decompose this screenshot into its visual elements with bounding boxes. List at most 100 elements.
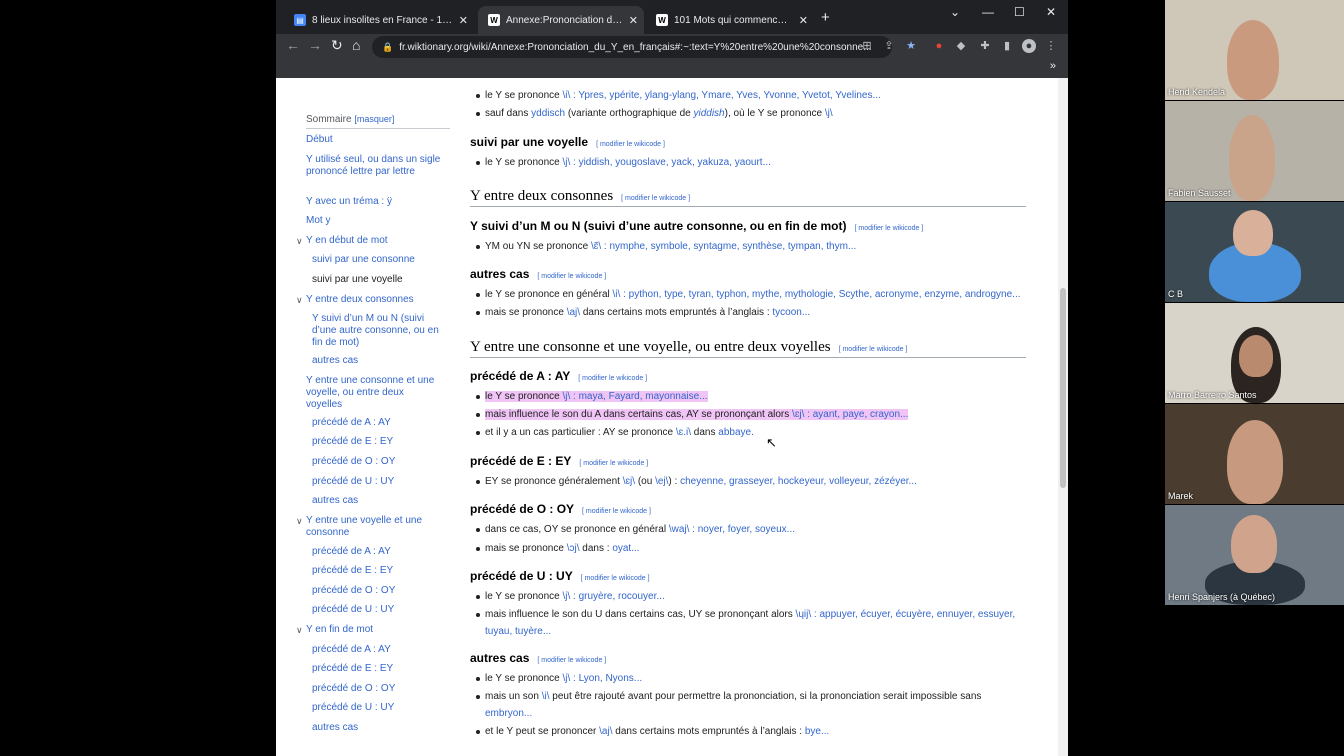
new-tab-button[interactable]: + (821, 9, 830, 26)
toc-subitem[interactable]: précédé de A : AY (312, 644, 442, 656)
section-heading: précédé de U : UY[ modifier le wikicode … (470, 569, 650, 583)
toc-heading: Sommaire [masquer] (306, 114, 395, 125)
reload-icon[interactable]: ↻ (331, 37, 343, 54)
chevron-down-icon[interactable]: ⌄ (950, 5, 960, 19)
tab-wiktionary-active[interactable]: W Annexe:Prononciation du Y en fr ✕ (478, 6, 644, 34)
bookmark-star-icon[interactable]: ★ (904, 39, 918, 53)
tab-wiktionary-words[interactable]: W 101 Mots qui commencent par Y ✕ (646, 6, 814, 34)
toc-item[interactable]: Y en début de mot (306, 235, 442, 247)
participant-tile[interactable]: C B (1165, 202, 1344, 302)
toc-item[interactable]: Y utilisé seul, ou dans un sigle prononc… (306, 154, 442, 178)
shield-icon[interactable]: ◆ (954, 39, 968, 53)
toc-item[interactable]: Y en fin de mot (306, 624, 442, 636)
participant-face (1231, 515, 1277, 573)
forward-icon[interactable]: → (308, 37, 322, 53)
wiktionary-icon: W (488, 14, 500, 26)
bullet (476, 431, 480, 435)
toc-subitem[interactable]: autres cas (312, 495, 442, 507)
list-item-highlighted: mais influence le son du A dans certains… (485, 409, 909, 420)
toc-subitem-current[interactable]: suivi par une voyelle (312, 274, 442, 286)
toc-subitem[interactable]: précédé de E : EY (312, 565, 442, 577)
profile-avatar-icon[interactable]: ● (1022, 39, 1036, 53)
bullet (476, 94, 480, 98)
toc-item[interactable]: Mot y (306, 215, 442, 227)
section-title: Y entre une consonne et une voyelle, ou … (470, 339, 908, 355)
toc-subitem[interactable]: suivi par une consonne (312, 254, 442, 266)
chevron-down-icon[interactable]: ∨ (296, 515, 303, 527)
toc-subitem[interactable]: précédé de E : EY (312, 663, 442, 675)
list-item: et le Y peut se prononcer \aj\ dans cert… (485, 726, 830, 737)
participant-tile[interactable]: Marro Barreiro Santos (1165, 303, 1344, 403)
toc-subitem[interactable]: précédé de O : OY (312, 456, 442, 468)
minimize-button[interactable]: — (982, 5, 994, 19)
chevron-down-icon[interactable]: ∨ (296, 624, 303, 636)
bullet (476, 613, 480, 617)
toc-item[interactable]: Y entre une consonne et une voyelle, ou … (306, 375, 442, 411)
toc-item[interactable]: Y entre deux consonnes (306, 294, 442, 306)
participant-video (1227, 20, 1279, 100)
chevron-down-icon[interactable]: ∨ (296, 294, 303, 306)
extension-red-icon[interactable]: ● (932, 39, 946, 53)
section-heading: précédé de A : AY[ modifier le wikicode … (470, 369, 648, 383)
list-item-continuation[interactable]: tuyau, tuyère... (485, 626, 551, 637)
list-item: mais un son \i\ peut être rajouté avant … (485, 691, 982, 702)
bullet (476, 112, 480, 116)
list-item: le Y se prononce \i\ : Ypres, ypérite, y… (485, 90, 881, 101)
bullet (476, 730, 480, 734)
chevron-right-icon[interactable]: » (1050, 60, 1056, 72)
address-bar[interactable]: 🔒 fr.wiktionary.org/wiki/Annexe:Prononci… (372, 36, 892, 58)
menu-kebab-icon[interactable]: ⋮ (1044, 39, 1058, 53)
toc-subitem[interactable]: précédé de U : UY (312, 604, 442, 616)
toc-toggle-link[interactable]: [masquer] (354, 114, 394, 124)
participant-tile[interactable]: Henri Spanjers (à Québec) (1165, 505, 1344, 605)
browser-toolbar: ← → ↻ ⌂ 🔒 fr.wiktionary.org/wiki/Annexe:… (276, 34, 1068, 60)
close-tab-icon[interactable]: ✕ (629, 14, 638, 27)
toc-subitem[interactable]: Y suivi d’un M ou N (suivi d’une autre c… (312, 313, 442, 349)
toc-subitem[interactable]: précédé de U : UY (312, 702, 442, 714)
bookmarks-bar: » (276, 60, 1068, 78)
home-icon[interactable]: ⌂ (352, 37, 360, 53)
bullet (476, 293, 480, 297)
toc-subitem[interactable]: précédé de O : OY (312, 683, 442, 695)
sidepanel-icon[interactable]: ▮ (1000, 39, 1014, 53)
close-window-button[interactable]: ✕ (1046, 5, 1056, 19)
toc-subitem[interactable]: précédé de E : EY (312, 436, 442, 448)
toc-subitem[interactable]: autres cas (312, 722, 442, 734)
toc-subitem[interactable]: autres cas (312, 355, 442, 367)
toc-item[interactable]: Début (306, 134, 442, 146)
mouse-cursor-icon: ↖ (766, 435, 777, 450)
participant-name: C B (1168, 289, 1184, 299)
back-icon[interactable]: ← (286, 37, 300, 53)
page-scrollbar[interactable] (1058, 78, 1068, 756)
list-item: mais influence le son du U dans certains… (485, 609, 1016, 620)
close-tab-icon[interactable]: ✕ (799, 14, 808, 27)
divider (470, 206, 1026, 207)
translate-icon[interactable]: ⊞ (860, 39, 874, 53)
toc-item[interactable]: Y entre une voyelle et une consonne (306, 515, 442, 539)
participant-tile[interactable]: Fabien Sausset (1165, 101, 1344, 201)
toc-subitem[interactable]: précédé de A : AY (312, 417, 442, 429)
list-item: EY se prononce généralement \ɛj\ (ou \ej… (485, 476, 917, 487)
close-tab-icon[interactable]: ✕ (459, 14, 468, 27)
list-item: et il y a un cas particulier : AY se pro… (485, 427, 754, 438)
toc-subitem[interactable]: précédé de U : UY (312, 476, 442, 488)
chevron-down-icon[interactable]: ∨ (296, 235, 303, 247)
scrollbar-thumb[interactable] (1060, 288, 1066, 488)
section-heading: autres cas[ modifier le wikicode ] (470, 267, 607, 281)
bullet (476, 547, 480, 551)
share-icon[interactable]: ⇪ (882, 39, 896, 53)
bullet (476, 595, 480, 599)
participant-tile[interactable]: Hend Kendela (1165, 0, 1344, 100)
participant-tile[interactable]: Marek (1165, 404, 1344, 504)
toc-subitem[interactable]: précédé de O : OY (312, 585, 442, 597)
divider (470, 357, 1026, 358)
list-item: le Y se prononce \j\ : Lyon, Nyons... (485, 673, 643, 684)
toc-subitem[interactable]: précédé de A : AY (312, 546, 442, 558)
section-heading: précédé de E : EY[ modifier le wikicode … (470, 454, 649, 468)
toc-item[interactable]: Y avec un tréma : ÿ (306, 196, 442, 208)
tab-docs[interactable]: ▤ 8 lieux insolites en France - 127 ✕ (284, 6, 474, 34)
extensions-puzzle-icon[interactable]: ✚ (978, 39, 992, 53)
list-item-continuation[interactable]: embryon... (485, 708, 532, 719)
maximize-button[interactable]: ☐ (1014, 5, 1025, 19)
list-item: YM ou YN se prononce \ɛ̃\ : nymphe, symb… (485, 241, 857, 252)
